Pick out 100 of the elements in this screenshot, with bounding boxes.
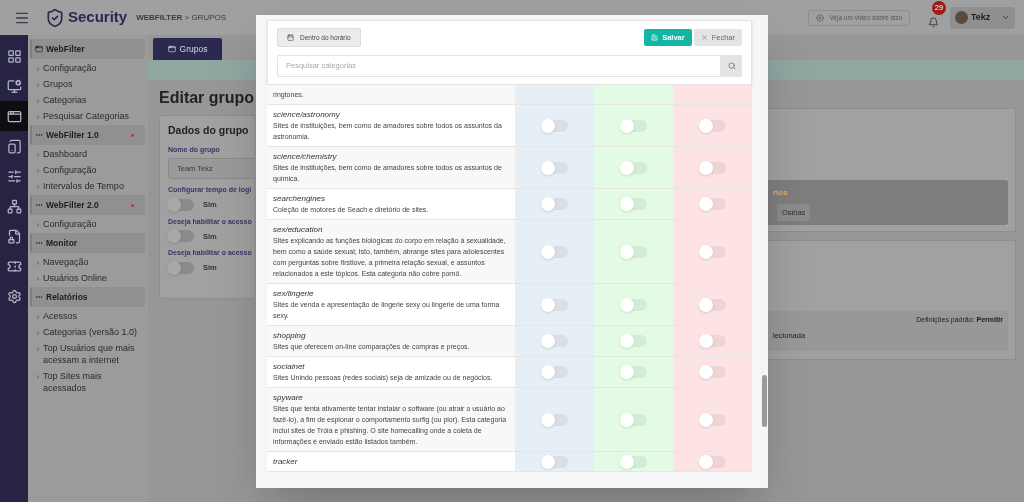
toggle-switch[interactable] bbox=[168, 261, 194, 274]
sidebar-group-header[interactable]: Monitor bbox=[30, 233, 145, 253]
toggle-switch[interactable] bbox=[541, 335, 568, 347]
chevron-icon bbox=[35, 314, 41, 320]
sidebar-link[interactable]: Configuração bbox=[43, 164, 97, 176]
sidebar-link[interactable]: Grupos bbox=[43, 78, 73, 90]
toggle-switch[interactable] bbox=[620, 366, 647, 378]
sidebar-link[interactable]: Pesquisar Categorias bbox=[43, 110, 130, 122]
category-name: science/chemistry bbox=[273, 151, 338, 162]
users-label: rios bbox=[773, 188, 789, 198]
sidebar-link[interactable]: Acessos bbox=[43, 310, 77, 322]
chevron-icon bbox=[35, 260, 41, 266]
toggle-switch[interactable] bbox=[620, 413, 647, 426]
ticket-icon bbox=[6, 258, 22, 274]
scrollbar-thumb[interactable] bbox=[762, 375, 767, 427]
close-icon bbox=[700, 34, 708, 41]
window-icon bbox=[167, 45, 176, 53]
toggle-switch[interactable] bbox=[699, 119, 726, 132]
user-menu[interactable]: Tekz bbox=[950, 6, 1015, 29]
chevron-icon bbox=[35, 222, 41, 228]
group-title: Monitor bbox=[46, 236, 78, 250]
tablet-icon bbox=[6, 138, 22, 154]
sidebar-link[interactable]: Usuários Online bbox=[43, 272, 108, 284]
toggle-switch[interactable] bbox=[541, 298, 568, 311]
toggle-switch[interactable] bbox=[168, 198, 194, 211]
toggle-switch[interactable] bbox=[620, 335, 647, 347]
chevron-icon bbox=[35, 330, 41, 336]
search-button[interactable] bbox=[721, 55, 742, 77]
sidebar-group-header[interactable]: WebFilter 2.0 bbox=[30, 195, 145, 215]
sidebar-link[interactable]: Intervalos de Tempo bbox=[43, 180, 124, 192]
toggle-switch[interactable] bbox=[168, 230, 194, 243]
save-icon bbox=[651, 34, 659, 41]
chevron-icon bbox=[35, 66, 41, 72]
sidebar-group-header[interactable]: WebFilter bbox=[30, 39, 145, 59]
breadcrumb: WEBFILTER > GRUPOS bbox=[136, 11, 227, 24]
toggle-switch[interactable] bbox=[699, 298, 726, 311]
toggle-switch[interactable] bbox=[699, 335, 726, 347]
calendar-icon bbox=[287, 34, 294, 41]
category-name: spyware bbox=[273, 392, 304, 403]
shield-logo-icon bbox=[45, 7, 65, 28]
category-name: shopping bbox=[273, 330, 307, 341]
group-title: Relatórios bbox=[46, 290, 88, 304]
network-icon bbox=[6, 198, 22, 214]
dots-icon bbox=[35, 201, 43, 209]
page-title: Editar grupo bbox=[159, 88, 254, 108]
toggle-switch[interactable] bbox=[620, 198, 647, 210]
toggle-switch[interactable] bbox=[699, 366, 726, 378]
toggle-switch[interactable] bbox=[541, 119, 568, 132]
category-name: sex/lingerie bbox=[273, 288, 315, 299]
toggle-switch[interactable] bbox=[541, 245, 568, 258]
notification-bell-icon[interactable] bbox=[928, 16, 940, 29]
chevron-icon bbox=[35, 168, 41, 174]
search-icon bbox=[727, 62, 736, 70]
sidebar-group-header[interactable]: Relatórios bbox=[30, 287, 145, 307]
logo-text: Security bbox=[68, 7, 128, 28]
sidebar-link[interactable]: Configuração bbox=[43, 62, 97, 74]
window-icon bbox=[35, 45, 43, 53]
toggle-switch[interactable] bbox=[620, 298, 647, 311]
group-title: WebFilter bbox=[46, 42, 85, 56]
toggle-switch[interactable] bbox=[620, 245, 647, 258]
chevron-icon bbox=[35, 276, 41, 282]
card-title: Dados do grupo bbox=[168, 123, 250, 138]
category-name: sex/education bbox=[273, 224, 324, 235]
chevron-icon bbox=[35, 98, 41, 104]
sidebar-link[interactable]: Configuração bbox=[43, 218, 97, 230]
sidebar-link[interactable]: Top Usuários que mais acessam a internet bbox=[43, 342, 145, 366]
monitor-icon bbox=[6, 78, 22, 94]
toggle-switch[interactable] bbox=[699, 161, 726, 174]
grupos-tab[interactable]: Grupos bbox=[153, 38, 222, 60]
toggle-switch[interactable] bbox=[541, 161, 568, 174]
sliders-icon bbox=[6, 168, 22, 184]
toggle-switch[interactable] bbox=[541, 413, 568, 426]
sidebar-link[interactable]: Categorias bbox=[43, 94, 87, 106]
dots-icon bbox=[35, 239, 43, 247]
toggle-switch[interactable] bbox=[541, 198, 568, 210]
category-name: searchengines bbox=[273, 193, 327, 204]
toggle-switch[interactable] bbox=[699, 413, 726, 426]
caret-icon bbox=[1001, 13, 1010, 22]
file-lock-icon bbox=[6, 228, 22, 244]
toggle-switch[interactable] bbox=[699, 198, 726, 210]
toggle-switch[interactable] bbox=[541, 455, 568, 468]
sidebar-link[interactable]: Categorias (versão 1.0) bbox=[43, 326, 138, 338]
sidebar-link[interactable]: Dashboard bbox=[43, 148, 88, 160]
toggle-switch[interactable] bbox=[541, 366, 568, 378]
toggle-switch[interactable] bbox=[699, 455, 726, 468]
dots-icon bbox=[35, 131, 43, 139]
sidebar-link[interactable]: Navegação bbox=[43, 256, 89, 268]
toggle-switch[interactable] bbox=[620, 455, 647, 468]
toggle-switch[interactable] bbox=[620, 161, 647, 174]
settings-icon bbox=[6, 288, 22, 304]
toggle-switch[interactable] bbox=[699, 245, 726, 258]
category-name: science/astronomy bbox=[273, 109, 341, 120]
chevron-icon bbox=[35, 152, 41, 158]
chevron-icon bbox=[35, 374, 41, 380]
sidebar-link[interactable]: Top Sites mais acessados bbox=[43, 370, 145, 394]
toggle-switch[interactable] bbox=[620, 119, 647, 132]
grid-icon bbox=[6, 48, 22, 64]
chevron-icon bbox=[35, 184, 41, 190]
play-icon bbox=[816, 13, 825, 22]
sidebar-group-header[interactable]: WebFilter 1.0 bbox=[30, 125, 145, 145]
